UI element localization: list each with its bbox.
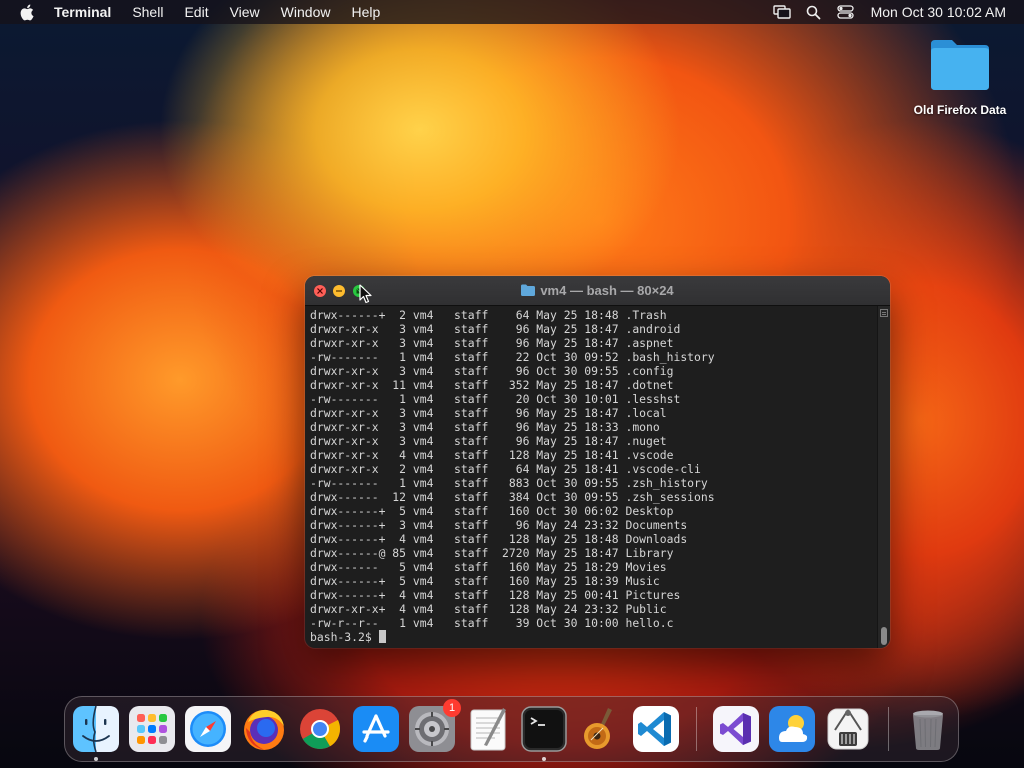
terminal-line: -rw------- 1 vm4 staff 883 Oct 30 09:55 … [310, 476, 708, 490]
launchpad-icon[interactable] [129, 706, 175, 752]
desktop-folder-label: Old Firefox Data [913, 103, 1007, 117]
terminal-line: drwxr-xr-x 2 vm4 staff 64 May 25 18:41 .… [310, 462, 701, 476]
screen-mirroring-icon[interactable] [772, 3, 791, 21]
menu-bar-clock[interactable]: Mon Oct 30 10:02 AM [871, 4, 1006, 20]
system-settings-icon[interactable]: 1 [409, 699, 461, 752]
terminal-icon[interactable] [521, 706, 567, 752]
terminal-line: drwx------ 5 vm4 staff 160 May 25 18:29 … [310, 560, 667, 574]
terminal-line: drwx------+ 4 vm4 staff 128 May 25 00:41… [310, 588, 681, 602]
terminal-line: -rw-r--r-- 1 vm4 staff 39 Oct 30 10:00 h… [310, 616, 674, 630]
archive-utility-icon[interactable] [825, 706, 871, 752]
terminal-line: drwx------ 12 vm4 staff 384 Oct 30 09:55… [310, 490, 715, 504]
vscode-icon[interactable] [633, 706, 679, 752]
window-title-text: vm4 — bash — 80×24 [540, 283, 674, 298]
garageband-icon[interactable] [577, 706, 623, 752]
terminal-line: drwx------@ 85 vm4 staff 2720 May 25 18:… [310, 546, 674, 560]
notification-badge: 1 [443, 699, 461, 717]
menu-bar: Terminal Shell Edit View Window Help Mon… [0, 0, 1024, 24]
dock-separator [696, 707, 697, 751]
menu-window[interactable]: Window [281, 4, 331, 20]
desktop-folder[interactable]: Old Firefox Data [902, 36, 1018, 117]
mouse-pointer-icon [359, 284, 372, 304]
chrome-icon[interactable] [297, 706, 343, 752]
terminal-line: -rw------- 1 vm4 staff 22 Oct 30 09:52 .… [310, 350, 715, 364]
finder-icon[interactable] [73, 706, 119, 752]
shell-prompt: bash-3.2$ [310, 630, 379, 644]
terminal-line: drwx------+ 2 vm4 staff 64 May 25 18:48 … [310, 308, 667, 322]
search-icon[interactable] [805, 3, 823, 21]
terminal-line: drwxr-xr-x 3 vm4 staff 96 May 25 18:47 .… [310, 434, 667, 448]
terminal-output[interactable]: drwx------+ 2 vm4 staff 64 May 25 18:48 … [305, 306, 878, 648]
terminal-line: drwxr-xr-x 4 vm4 staff 128 May 25 18:41 … [310, 448, 674, 462]
terminal-line: drwx------+ 3 vm4 staff 96 May 24 23:32 … [310, 518, 688, 532]
terminal-line: drwxr-xr-x 3 vm4 staff 96 May 25 18:33 .… [310, 420, 660, 434]
menu-help[interactable]: Help [351, 4, 380, 20]
dock-separator [888, 707, 889, 751]
menu-app-name[interactable]: Terminal [54, 4, 111, 20]
folder-icon [931, 40, 989, 90]
apple-menu-icon[interactable] [19, 4, 35, 21]
scrollbar[interactable] [877, 306, 890, 648]
trash-icon[interactable] [905, 706, 951, 752]
window-title: vm4 — bash — 80×24 [305, 283, 890, 298]
terminal-line: -rw------- 1 vm4 staff 20 Oct 30 10:01 .… [310, 392, 681, 406]
terminal-window[interactable]: vm4 — bash — 80×24 drwx------+ 2 vm4 sta… [305, 276, 890, 648]
text-cursor [378, 630, 386, 643]
prompt-line[interactable]: bash-3.2$ [310, 630, 878, 644]
terminal-line: drwxr-xr-x 3 vm4 staff 96 Oct 30 09:55 .… [310, 364, 674, 378]
terminal-line: drwxr-xr-x 3 vm4 staff 96 May 25 18:47 .… [310, 406, 667, 420]
app-store-icon[interactable] [353, 706, 399, 752]
menu-shell[interactable]: Shell [132, 4, 163, 20]
terminal-line: drwxr-xr-x 3 vm4 staff 96 May 25 18:47 .… [310, 336, 674, 350]
terminal-line: drwx------+ 4 vm4 staff 128 May 25 18:48… [310, 532, 688, 546]
firefox-icon[interactable] [241, 706, 287, 752]
terminal-line: drwxr-xr-x+ 4 vm4 staff 128 May 24 23:32… [310, 602, 667, 616]
terminal-line: drwx------+ 5 vm4 staff 160 Oct 30 06:02… [310, 504, 674, 518]
window-titlebar[interactable]: vm4 — bash — 80×24 [305, 276, 890, 306]
visual-studio-icon[interactable] [713, 706, 759, 752]
dock: 1 [64, 696, 959, 762]
running-indicator [542, 757, 546, 761]
scroll-lines-icon [880, 309, 888, 317]
weather-icon[interactable] [769, 706, 815, 752]
safari-icon[interactable] [185, 706, 231, 752]
terminal-line: drwxr-xr-x 11 vm4 staff 352 May 25 18:47… [310, 378, 674, 392]
terminal-line: drwxr-xr-x 3 vm4 staff 96 May 25 18:47 .… [310, 322, 681, 336]
terminal-line: drwx------+ 5 vm4 staff 160 May 25 18:39… [310, 574, 660, 588]
menu-edit[interactable]: Edit [184, 4, 208, 20]
running-indicator [94, 757, 98, 761]
scrollbar-thumb[interactable] [881, 627, 887, 645]
textedit-icon[interactable] [465, 706, 511, 752]
folder-icon [521, 284, 536, 296]
control-center-icon[interactable] [837, 3, 855, 21]
menu-view[interactable]: View [230, 4, 260, 20]
